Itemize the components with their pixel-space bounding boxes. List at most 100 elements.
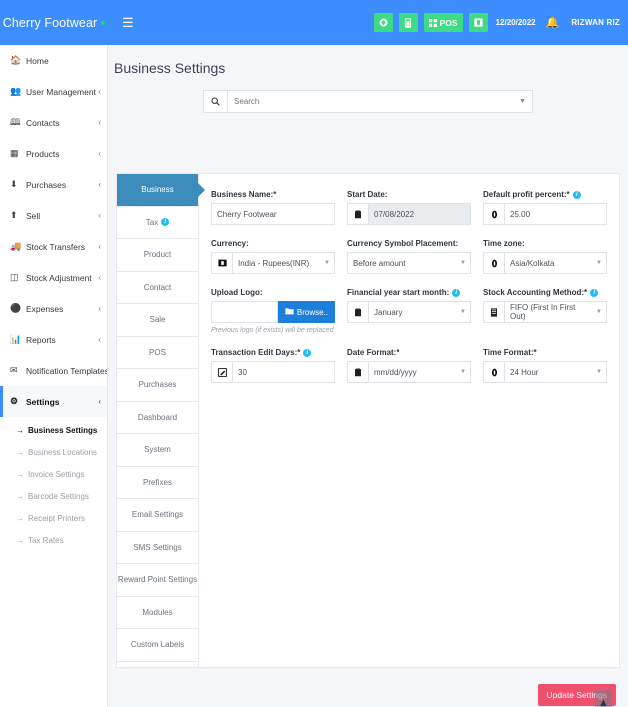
time-zone-select-wrap[interactable]: Asia/Kolkata ▼ <box>483 252 607 274</box>
scroll-to-top-button[interactable]: ▲ <box>595 690 612 707</box>
tab-contact[interactable]: Contact <box>117 272 198 304</box>
user-menu[interactable]: RIZWAN RIZ <box>571 18 620 27</box>
sidebar-item-sell[interactable]: ⬆ Sell ‹ <box>0 200 107 231</box>
sidebar-item-products[interactable]: ▦ Products ‹ <box>0 138 107 169</box>
tab-product[interactable]: Product <box>117 239 198 272</box>
edit-icon <box>212 362 233 382</box>
tab-reward-point-settings[interactable]: Reward Point Settings <box>117 564 198 597</box>
calendar-icon <box>348 302 369 322</box>
sidebar-subitem-business-locations[interactable]: → Business Locations <box>0 441 107 463</box>
field-label: Time Format:* <box>483 348 537 357</box>
navbar-date: 12/20/2022 <box>495 18 536 27</box>
chevron-down-icon[interactable]: ▼ <box>456 302 470 322</box>
sidebar-item-stock-adjustment[interactable]: ◫ Stock Adjustment ‹ <box>0 262 107 293</box>
search-input[interactable] <box>228 97 520 106</box>
currency-select-wrap[interactable]: India - Rupees(INR) ▼ <box>211 252 335 274</box>
tab-prefixes[interactable]: Prefixes <box>117 467 198 499</box>
sidebar-item-settings[interactable]: ⚙ Settings ‹ <box>0 386 107 417</box>
tab-label: Product <box>143 250 172 260</box>
chevron-left-icon: ‹ <box>98 149 101 158</box>
business-name-input-wrap[interactable] <box>211 203 335 225</box>
chevron-down-icon[interactable]: ▼ <box>456 253 470 273</box>
hamburger-icon[interactable]: ☰ <box>116 12 140 33</box>
sidebar-subitem-receipt-printers[interactable]: → Receipt Printers <box>0 507 107 529</box>
business-name-input[interactable] <box>212 204 334 224</box>
field-default-profit-percent: Default profit percent:* i <box>483 190 607 225</box>
sidebar-subitem-business-settings[interactable]: → Business Settings <box>0 419 107 441</box>
field-label: Date Format:* <box>347 348 400 357</box>
sidebar-item-notification-templates[interactable]: ✉ Notification Templates <box>0 355 107 386</box>
transaction-edit-days-input[interactable] <box>233 362 334 382</box>
sidebar-subitem-invoice-settings[interactable]: → Invoice Settings <box>0 463 107 485</box>
tab-tax[interactable]: Tax i <box>117 207 198 239</box>
tab-system[interactable]: System <box>117 434 198 467</box>
percent-icon <box>484 204 505 224</box>
chevron-left-icon: ‹ <box>98 304 101 313</box>
chevron-down-icon[interactable]: ▼ <box>456 362 470 382</box>
chevron-left-icon: ‹ <box>98 118 101 127</box>
sidebar-item-user-management[interactable]: 👥 User Management ‹ <box>0 76 107 107</box>
tab-modules[interactable]: Modules <box>117 597 198 629</box>
pos-icon[interactable]: POS <box>423 13 463 32</box>
form-row-2: Currency: India - Rupees(INR) ▼ Currency… <box>211 239 607 274</box>
chevron-left-icon: ‹ <box>98 87 101 96</box>
chevron-down-icon[interactable]: ▼ <box>320 253 334 273</box>
chevron-down-icon[interactable]: ▼ <box>519 98 532 105</box>
sidebar-item-expenses[interactable]: ⚫ Expenses ‹ <box>0 293 107 324</box>
calculator-icon[interactable] <box>398 13 418 32</box>
sidebar-subitem-label: Business Locations <box>28 447 97 457</box>
browse-button[interactable]: Browse.. <box>277 301 335 323</box>
search-box[interactable]: ▼ <box>203 90 533 113</box>
start-date-value: 07/08/2022 <box>369 204 470 224</box>
financial-year-select-wrap[interactable]: January ▼ <box>347 301 471 323</box>
date-format-select-wrap[interactable]: mm/dd/yyyy ▼ <box>347 361 471 383</box>
brand-logo[interactable]: Cherry Footwear <box>0 0 108 45</box>
sidebar-subitem-barcode-settings[interactable]: → Barcode Settings <box>0 485 107 507</box>
default-profit-input[interactable] <box>505 204 606 224</box>
sidebar-subitem-tax-rates[interactable]: → Tax Rates <box>0 529 107 551</box>
sidebar-item-purchases[interactable]: ⬇ Purchases ‹ <box>0 169 107 200</box>
tab-sale[interactable]: Sale <box>117 304 198 337</box>
sidebar-item-label: Settings <box>26 396 60 407</box>
tab-business[interactable]: Business <box>117 174 198 207</box>
tab-email-settings[interactable]: Email Settings <box>117 499 198 532</box>
sidebar-item-label: Contacts <box>26 117 60 128</box>
brand-status-dot <box>101 20 106 25</box>
tab-dashboard[interactable]: Dashboard <box>117 402 198 434</box>
search-row: ▼ <box>108 90 628 113</box>
field-label-text: Transaction Edit Days:* <box>211 348 301 357</box>
sidebar-item-home[interactable]: 🏠 Home <box>0 45 107 76</box>
info-icon[interactable]: i <box>572 190 581 199</box>
add-icon[interactable] <box>373 13 393 32</box>
currency-symbol-select-wrap[interactable]: Before amount ▼ <box>347 252 471 274</box>
chevron-down-icon[interactable]: ▼ <box>592 362 606 382</box>
tab-custom-labels[interactable]: Custom Labels <box>117 629 198 662</box>
field-upload-logo: Upload Logo: Browse.. Previous logo (if … <box>211 288 335 334</box>
tab-sms-settings[interactable]: SMS Settings <box>117 532 198 564</box>
bell-icon[interactable]: 🔔 <box>546 16 560 29</box>
field-financial-year-start-month: Financial year start month: i January ▼ <box>347 288 471 334</box>
upload-logo-wrap[interactable]: Browse.. <box>211 301 335 323</box>
sidebar-item-contacts[interactable]: 🕮 Contacts ‹ <box>0 107 107 138</box>
sidebar-item-stock-transfers[interactable]: 🚚 Stock Transfers ‹ <box>0 231 107 262</box>
file-name-box[interactable] <box>211 301 278 323</box>
transaction-edit-days-wrap[interactable] <box>211 361 335 383</box>
time-format-select-wrap[interactable]: 24 Hour ▼ <box>483 361 607 383</box>
info-icon[interactable]: i <box>590 288 599 297</box>
settings-tabs: Business Tax i Product Contact Sale POS P… <box>117 174 199 667</box>
info-icon[interactable]: i <box>161 218 170 227</box>
start-date-input-wrap[interactable]: 07/08/2022 <box>347 203 471 225</box>
info-icon[interactable]: i <box>452 288 461 297</box>
tab-pos[interactable]: POS <box>117 337 198 369</box>
chevron-down-icon[interactable]: ▼ <box>592 302 606 322</box>
sidebar-item-label: Products <box>26 148 60 159</box>
tab-purchases[interactable]: Purchases <box>117 369 198 402</box>
chevron-down-icon[interactable]: ▼ <box>592 253 606 273</box>
app-icon[interactable] <box>468 13 488 32</box>
sidebar-item-reports[interactable]: 📊 Reports ‹ <box>0 324 107 355</box>
default-profit-input-wrap[interactable] <box>483 203 607 225</box>
sidebar-item-label: Home <box>26 55 49 66</box>
info-icon[interactable]: i <box>303 348 312 357</box>
stock-accounting-select-wrap[interactable]: FIFO (First In First Out) ▼ <box>483 301 607 323</box>
sidebar-subitem-label: Invoice Settings <box>28 469 85 479</box>
